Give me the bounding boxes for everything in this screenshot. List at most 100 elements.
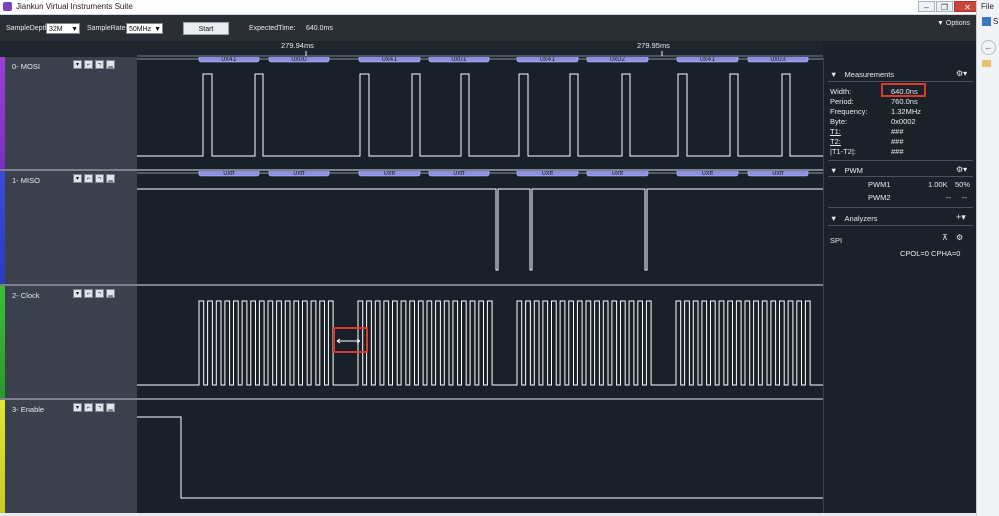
decode-label: 0x03 bbox=[770, 57, 785, 63]
period-value: 760.0ns bbox=[891, 97, 918, 106]
remove-analyzer-icon[interactable]: ⊼ bbox=[942, 233, 948, 242]
maximize-button[interactable]: ❐ bbox=[936, 1, 953, 12]
pwm2-duty: -- bbox=[962, 193, 967, 202]
ruler-ticks bbox=[137, 51, 823, 57]
gear-icon[interactable]: ⚙ bbox=[956, 233, 963, 242]
file-menu[interactable]: File bbox=[981, 2, 994, 11]
sample-depth-select[interactable]: 32M ▼ bbox=[46, 23, 80, 34]
width-label: Width: bbox=[830, 87, 852, 96]
pwm-header[interactable]: ▼ PWM bbox=[830, 166, 863, 175]
expected-time-value: 640.0ms bbox=[306, 25, 333, 32]
channel-color-bar bbox=[0, 171, 5, 284]
window-icon bbox=[982, 17, 991, 26]
start-button[interactable]: Start bbox=[183, 22, 229, 35]
miso-waveform bbox=[137, 188, 823, 271]
chevron-down-icon: ▼ bbox=[71, 26, 78, 33]
sample-rate-select[interactable]: 50MHz ▼ bbox=[126, 23, 163, 34]
channel-menu-button[interactable]: ▾ bbox=[73, 403, 82, 412]
width-highlight-box bbox=[881, 83, 926, 97]
add-analyzer-icon[interactable]: +▾ bbox=[956, 212, 966, 223]
collapse-triangle-icon: ▼ bbox=[830, 214, 838, 223]
chevron-down-icon: ▼ bbox=[154, 26, 161, 33]
trigger-rising-icon[interactable]: ⌐ bbox=[84, 60, 93, 69]
trigger-falling-icon[interactable]: ¬ bbox=[95, 403, 104, 412]
channel-color-bar bbox=[0, 286, 5, 398]
decode-label: 0x41 bbox=[540, 57, 555, 63]
clock-waveform bbox=[137, 300, 823, 386]
t2-label[interactable]: T2: bbox=[830, 137, 841, 146]
channel-row-clock[interactable]: 2- Clock ▾ ⌐ ¬ ▁ bbox=[0, 286, 823, 398]
mosi-waveform bbox=[137, 73, 823, 157]
channel-menu-button[interactable]: ▾ bbox=[73, 60, 82, 69]
sample-rate-label: SampleRate bbox=[87, 25, 126, 32]
channel-row-enable[interactable]: 3- Enable ▾ ⌐ ¬ ▁ bbox=[0, 400, 823, 513]
measurements-title: Measurements bbox=[844, 70, 895, 79]
channel-label-area: 0- MOSI ▾ ⌐ ¬ ▁ bbox=[0, 57, 137, 169]
gear-icon[interactable]: ⚙▾ bbox=[956, 69, 967, 78]
trigger-none-icon[interactable]: ▁ bbox=[106, 60, 115, 69]
pwm-title: PWM bbox=[844, 166, 863, 175]
channel-label-area: 2- Clock ▾ ⌐ ¬ ▁ bbox=[0, 286, 137, 398]
trigger-rising-icon[interactable]: ⌐ bbox=[84, 174, 93, 183]
t1t2-label: |T1-T2|: bbox=[830, 147, 856, 156]
decode-label: 0xff bbox=[293, 171, 304, 177]
divider bbox=[828, 225, 973, 226]
t1t2-value: ### bbox=[891, 147, 904, 156]
decode-label: 0x41 bbox=[221, 57, 236, 63]
trigger-rising-icon[interactable]: ⌐ bbox=[84, 403, 93, 412]
pwm1-duty: 50% bbox=[955, 180, 971, 189]
back-arrow-icon[interactable]: ← bbox=[981, 40, 996, 55]
t1-label[interactable]: T1: bbox=[830, 127, 841, 136]
decode-label: 0xff bbox=[702, 171, 713, 177]
t1-value: ### bbox=[891, 127, 904, 136]
gear-icon[interactable]: ⚙▾ bbox=[956, 165, 967, 174]
strip-text: S bbox=[993, 17, 999, 26]
trigger-rising-icon[interactable]: ⌐ bbox=[84, 289, 93, 298]
decode-label: 0x01 bbox=[451, 57, 466, 63]
title-bar: Jiankun Virtual Instruments Suite – ❐ ✕ bbox=[0, 0, 981, 15]
minimize-button[interactable]: – bbox=[918, 1, 935, 12]
time-ruler[interactable]: 279.94ms 279.95ms bbox=[0, 41, 823, 57]
clock-trace[interactable] bbox=[137, 286, 823, 398]
byte-value: 0x0002 bbox=[891, 117, 916, 126]
channel-row-mosi[interactable]: 0- MOSI ▾ ⌐ ¬ ▁ 0x41 0x00 0x41 0x01 0x41 0x02… bbox=[0, 57, 823, 169]
spi-label: SPI bbox=[830, 236, 843, 245]
analyzers-header[interactable]: ▼ Analyzers bbox=[830, 214, 877, 223]
decode-label: 0xff bbox=[384, 171, 395, 177]
trigger-falling-icon[interactable]: ¬ bbox=[95, 60, 104, 69]
trigger-falling-icon[interactable]: ¬ bbox=[95, 289, 104, 298]
decode-label: 0xff bbox=[223, 171, 234, 177]
decode-label: 0x00 bbox=[291, 57, 306, 63]
sample-depth-label: SampleDepth bbox=[6, 25, 49, 32]
trigger-falling-icon[interactable]: ¬ bbox=[95, 174, 104, 183]
sample-rate-value: 50MHz bbox=[129, 26, 152, 33]
channel-color-bar bbox=[0, 57, 5, 169]
channel-menu-button[interactable]: ▾ bbox=[73, 174, 82, 183]
pwm2-frequency: -- bbox=[946, 193, 951, 202]
divider bbox=[828, 176, 973, 177]
collapse-triangle-icon: ▼ bbox=[830, 166, 838, 175]
frequency-value: 1.32MHz bbox=[891, 107, 922, 116]
decode-label: 0x41 bbox=[700, 57, 715, 63]
channel-menu-button[interactable]: ▾ bbox=[73, 289, 82, 298]
channel-row-miso[interactable]: 1- MISO ▾ ⌐ ¬ ▁ 0xff 0xff 0xff 0xff 0xff 0xff… bbox=[0, 171, 823, 284]
pwm2-label: PWM2 bbox=[868, 193, 891, 202]
trigger-none-icon[interactable]: ▁ bbox=[106, 174, 115, 183]
channel-label-area: 1- MISO ▾ ⌐ ¬ ▁ bbox=[0, 171, 137, 284]
enable-waveform bbox=[137, 416, 823, 499]
spi-info: CPOL=0 CPHA=0 bbox=[900, 249, 961, 258]
options-menu[interactable]: ▼ Options bbox=[937, 20, 970, 27]
channel-color-bar bbox=[0, 400, 5, 513]
divider bbox=[828, 160, 973, 161]
measurements-header[interactable]: ▼ Measurements bbox=[830, 70, 894, 79]
enable-trace[interactable] bbox=[137, 400, 823, 513]
decode-label: 0x02 bbox=[610, 57, 625, 63]
trigger-none-icon[interactable]: ▁ bbox=[106, 403, 115, 412]
trigger-none-icon[interactable]: ▁ bbox=[106, 289, 115, 298]
miso-trace[interactable]: 0xff 0xff 0xff 0xff 0xff 0xff 0xff 0xff bbox=[137, 171, 823, 284]
analyzers-title: Analyzers bbox=[844, 214, 878, 223]
triangle-down-icon: ▼ bbox=[936, 20, 944, 27]
folder-icon bbox=[982, 60, 991, 67]
mosi-trace[interactable]: 0x41 0x00 0x41 0x01 0x41 0x02 0x41 0x03 bbox=[137, 57, 823, 169]
channel-name: 0- MOSI bbox=[12, 62, 40, 71]
